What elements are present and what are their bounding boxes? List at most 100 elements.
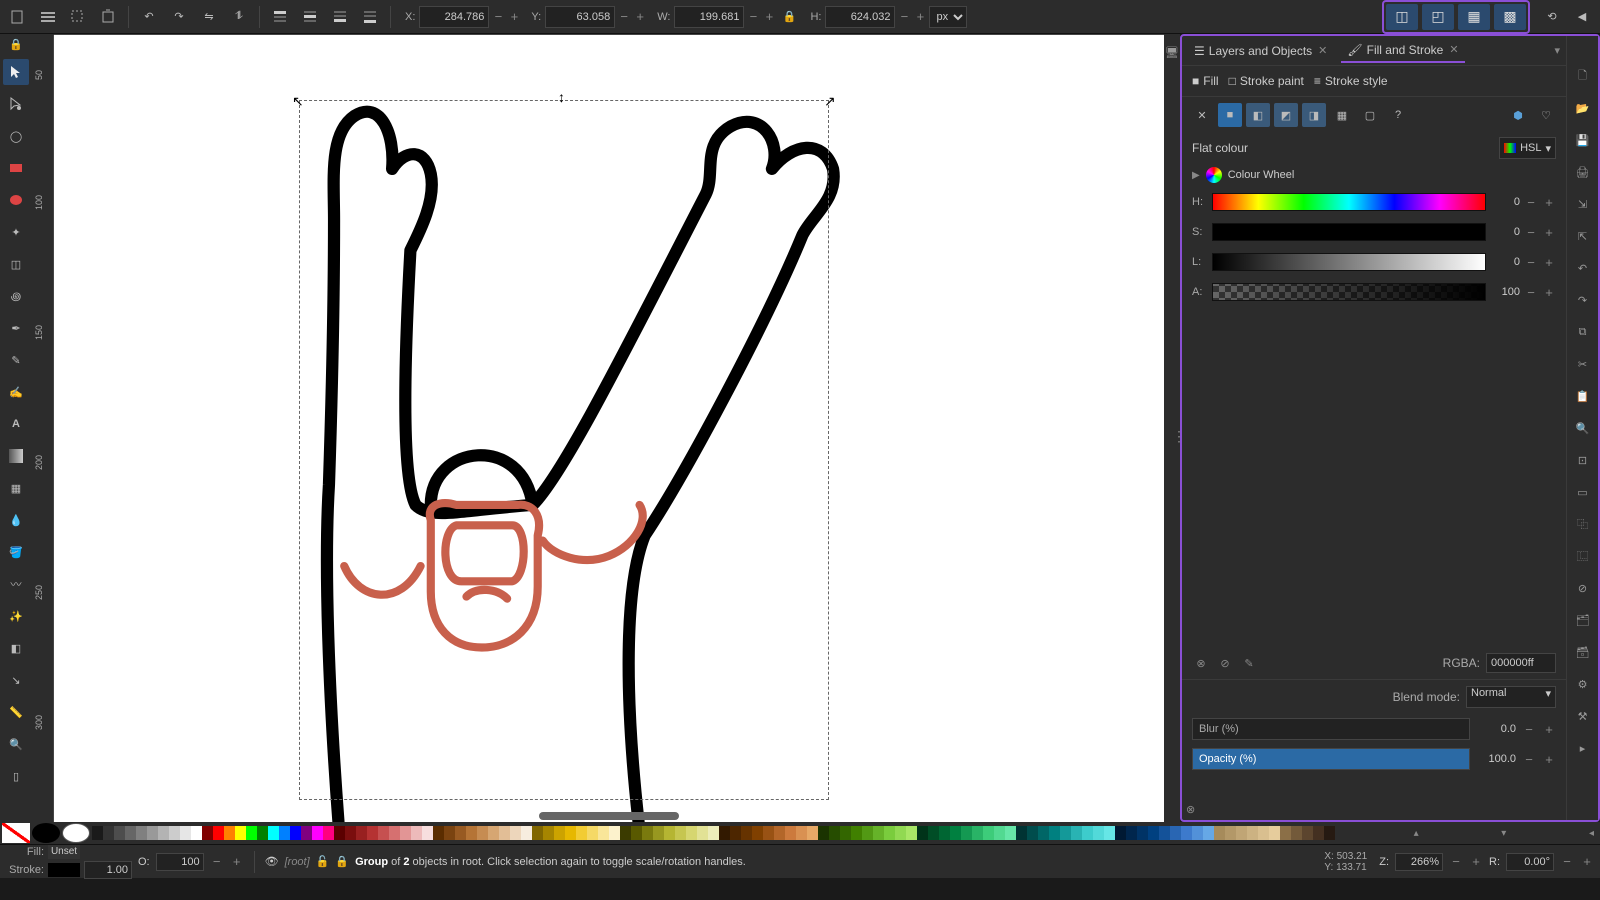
zoom-tool-icon[interactable]: 🔍 xyxy=(3,731,29,757)
raise-icon[interactable] xyxy=(296,3,324,31)
opacity-value[interactable]: 100.0 xyxy=(1476,753,1516,765)
pages-tool-icon[interactable]: ▯ xyxy=(3,763,29,789)
r-plus[interactable]: + xyxy=(1580,851,1594,873)
lower-bottom-icon[interactable] xyxy=(356,3,384,31)
tab-fill-stroke[interactable]: 🖌 Fill and Stroke ✕ xyxy=(1341,39,1464,63)
handle-ne[interactable]: ↗ xyxy=(824,93,836,105)
palette-menu-icon[interactable]: ◂ xyxy=(1585,828,1598,839)
palette-swatch[interactable] xyxy=(169,826,180,840)
cut-icon[interactable]: ✂ xyxy=(1571,352,1595,376)
color-manage-icon[interactable]: ⊗ xyxy=(1186,803,1195,816)
calligraphy-tool-icon[interactable]: ✍ xyxy=(3,379,29,405)
h-value[interactable]: 0 xyxy=(1490,196,1520,208)
palette-swatch[interactable] xyxy=(1203,826,1214,840)
lock-guides-icon[interactable]: 🔒 xyxy=(9,38,23,51)
palette-swatch[interactable] xyxy=(1214,826,1225,840)
mesh-tool-icon[interactable]: ▦ xyxy=(3,475,29,501)
flip-v-icon[interactable]: ⥮ xyxy=(225,3,253,31)
palette-swatch[interactable] xyxy=(1104,826,1115,840)
palette-black[interactable] xyxy=(32,823,60,843)
palette-swatch[interactable] xyxy=(609,826,620,840)
palette-swatch[interactable] xyxy=(906,826,917,840)
h-plus[interactable]: + xyxy=(913,6,927,28)
rect-tool-icon[interactable] xyxy=(3,155,29,181)
palette-swatch[interactable] xyxy=(499,826,510,840)
h-input[interactable] xyxy=(825,6,895,28)
managed-color-icon[interactable]: ⊗ xyxy=(1192,654,1210,672)
palette-swatch[interactable] xyxy=(664,826,675,840)
palette-swatch[interactable] xyxy=(719,826,730,840)
paintbucket-tool-icon[interactable]: 🪣 xyxy=(3,539,29,565)
xml-icon[interactable]: ⚙ xyxy=(1571,672,1595,696)
palette-swatch[interactable] xyxy=(994,826,1005,840)
palette-swatch[interactable] xyxy=(1071,826,1082,840)
palette-swatch[interactable] xyxy=(1280,826,1291,840)
raise-top-icon[interactable] xyxy=(266,3,294,31)
x-input[interactable] xyxy=(419,6,489,28)
palette-swatch[interactable] xyxy=(1170,826,1181,840)
palette-swatch[interactable] xyxy=(1082,826,1093,840)
palette-swatch[interactable] xyxy=(631,826,642,840)
h-minus[interactable]: − xyxy=(1524,191,1538,213)
palette-swatch[interactable] xyxy=(796,826,807,840)
l-minus[interactable]: − xyxy=(1524,251,1538,273)
palette-swatch[interactable] xyxy=(488,826,499,840)
palette-swatch[interactable] xyxy=(202,826,213,840)
palette-swatch[interactable] xyxy=(1324,826,1335,840)
palette-swatch[interactable] xyxy=(939,826,950,840)
palette-swatch[interactable] xyxy=(675,826,686,840)
export-icon[interactable]: ⇱ xyxy=(1571,224,1595,248)
layer-menu-icon[interactable]: 🔒 xyxy=(335,855,349,868)
palette-swatch[interactable] xyxy=(851,826,862,840)
more-chevron-icon[interactable]: ▸ xyxy=(1571,736,1595,760)
lower-icon[interactable] xyxy=(326,3,354,31)
palette-swatch[interactable] xyxy=(763,826,774,840)
zoom-draw-icon[interactable]: ⊡ xyxy=(1571,448,1595,472)
s-value[interactable]: 0 xyxy=(1490,226,1520,238)
spiral-tool-icon[interactable]: ꩜ xyxy=(3,283,29,309)
close-icon[interactable]: ✕ xyxy=(1318,44,1327,57)
print-icon[interactable]: 🖨 xyxy=(1571,160,1595,184)
copy-icon[interactable]: ⧉ xyxy=(1571,320,1595,344)
y-input[interactable] xyxy=(545,6,615,28)
handle-nw[interactable]: ↖ xyxy=(292,93,304,105)
palette-swatch[interactable] xyxy=(1247,826,1258,840)
z-minus[interactable]: − xyxy=(1449,851,1463,873)
ellipse-tool-icon[interactable] xyxy=(3,187,29,213)
snap-icon[interactable]: ⟲ xyxy=(1538,3,1566,31)
l-plus[interactable]: + xyxy=(1542,251,1556,273)
flip-h-icon[interactable]: ⇋ xyxy=(195,3,223,31)
palette-swatch[interactable] xyxy=(1115,826,1126,840)
opacity-input[interactable] xyxy=(156,853,204,871)
radial-gradient-icon[interactable]: ◩ xyxy=(1274,103,1298,127)
current-layer[interactable]: [root] xyxy=(285,856,310,868)
ungroup-icon[interactable]: 🗃 xyxy=(1571,640,1595,664)
no-paint-icon[interactable]: ✕ xyxy=(1190,103,1214,127)
palette-swatch[interactable] xyxy=(598,826,609,840)
palette-swatch[interactable] xyxy=(136,826,147,840)
palette-swatch[interactable] xyxy=(1192,826,1203,840)
fill-indicator[interactable]: Unset xyxy=(48,845,80,859)
y-minus[interactable]: − xyxy=(617,6,631,28)
a-minus[interactable]: − xyxy=(1524,281,1538,303)
palette-swatch[interactable] xyxy=(477,826,488,840)
palette-swatch[interactable] xyxy=(1016,826,1027,840)
palette-swatch[interactable] xyxy=(455,826,466,840)
a-value[interactable]: 100 xyxy=(1490,286,1520,298)
colour-wheel-toggle[interactable]: ▶ Colour Wheel xyxy=(1182,163,1566,187)
rotate-ccw-icon[interactable]: ↶ xyxy=(135,3,163,31)
palette-swatch[interactable] xyxy=(224,826,235,840)
bezier-tool-icon[interactable]: ✒ xyxy=(3,315,29,341)
color-model-select[interactable]: HSL ▾ xyxy=(1499,137,1556,159)
palette-swatch[interactable] xyxy=(774,826,785,840)
redo-icon[interactable]: ↷ xyxy=(1571,288,1595,312)
selection-bbox[interactable]: ↖ ↕ ↗ xyxy=(299,100,829,800)
palette-swatch[interactable] xyxy=(1181,826,1192,840)
subtab-fill[interactable]: ■Fill xyxy=(1192,74,1219,88)
w-input[interactable] xyxy=(674,6,744,28)
palette-swatch[interactable] xyxy=(246,826,257,840)
connector-tool-icon[interactable]: ↘ xyxy=(3,667,29,693)
palette-swatch[interactable] xyxy=(1159,826,1170,840)
close-icon[interactable]: ✕ xyxy=(1449,43,1458,56)
duplicate-icon[interactable]: ⿻ xyxy=(1571,512,1595,536)
